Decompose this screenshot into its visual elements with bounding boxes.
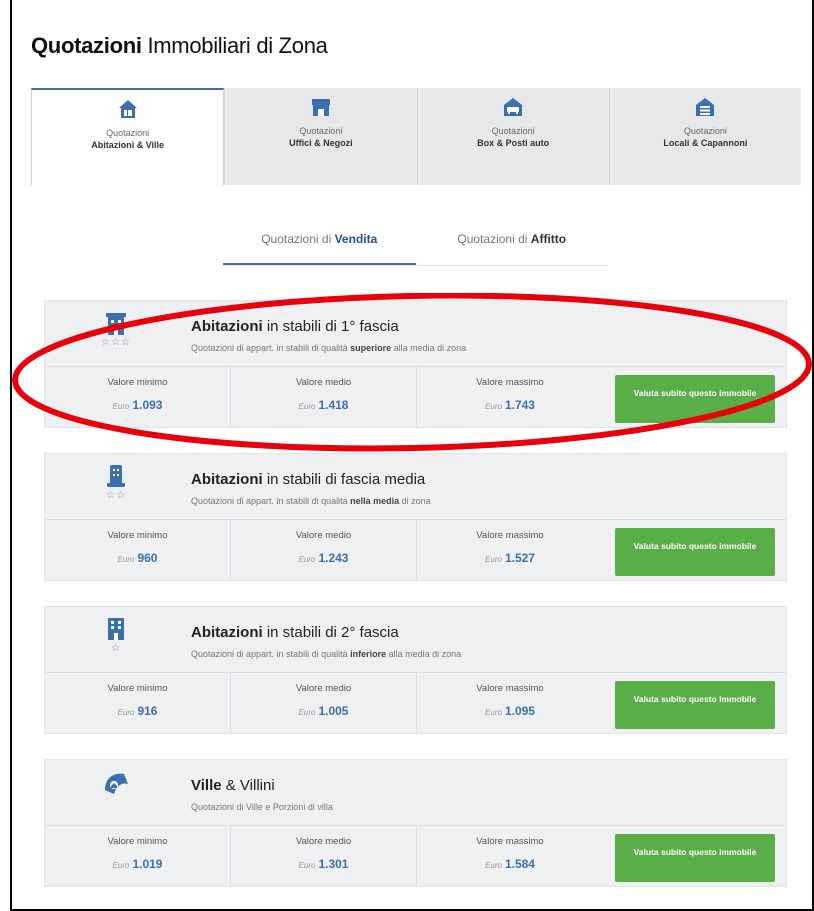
max-value: Valore massimo Euro 1.584 xyxy=(476,836,544,871)
quotation-card: Ville & Villini Quotazioni di Ville e Po… xyxy=(44,759,787,887)
card-subtitle: Quotazioni di appart. in stabili di qual… xyxy=(191,496,431,506)
min-value: Valore minimo Euro 960 xyxy=(45,520,231,580)
tab-box-posti-auto[interactable]: Quotazioni Box & Posti auto xyxy=(416,88,609,185)
subtab-affitto[interactable]: Quotazioni di Affitto xyxy=(416,222,609,265)
valuate-button[interactable]: Valuta subito questo immobile xyxy=(615,528,775,576)
garage-car-icon xyxy=(504,98,523,116)
warehouse-icon xyxy=(696,98,715,116)
office-building-icon xyxy=(108,618,124,640)
valuate-button[interactable]: Valuta subito questo immobile xyxy=(615,834,775,882)
min-value: Valore minimo Euro 916 xyxy=(45,673,231,733)
card-title: Ville & Villini xyxy=(191,777,275,794)
card-title: Abitazioni in stabili di 1° fascia xyxy=(191,318,399,335)
max-value: Valore massimo Euro 1.527 xyxy=(476,530,544,565)
min-value: Valore minimo Euro 1.093 xyxy=(45,367,231,427)
card-subtitle: Quotazioni di appart. in stabili di qual… xyxy=(191,343,467,353)
rating-stars: ☆ xyxy=(111,643,121,654)
max-value: Valore massimo Euro 1.743 xyxy=(476,377,544,412)
quotation-card: ☆ Abitazioni in stabili di 2° fascia Quo… xyxy=(44,606,787,734)
card-title: Abitazioni in stabili di fascia media xyxy=(191,471,426,488)
mid-value: Valore medio Euro 1.418 xyxy=(231,367,417,427)
tab-uffici-negozi[interactable]: Quotazioni Uffici & Negozi xyxy=(224,88,417,185)
house-icon xyxy=(118,100,137,118)
mid-value: Valore medio Euro 1.301 xyxy=(231,826,417,886)
card-subtitle: Quotazioni di Ville e Porzioni di villa xyxy=(191,802,333,812)
transaction-subtabs: Quotazioni di Vendita Quotazioni di Affi… xyxy=(223,222,608,266)
card-title: Abitazioni in stabili di 2° fascia xyxy=(191,624,399,641)
card-subtitle: Quotazioni di appart. in stabili di qual… xyxy=(191,649,462,659)
max-value: Valore massimo Euro 1.095 xyxy=(476,683,544,718)
shop-icon xyxy=(311,99,330,116)
rating-stars: ☆☆☆ xyxy=(101,337,131,348)
category-tabs: Quotazioni Abitazioni & Ville Quotazioni… xyxy=(31,88,801,185)
page-title: Quotazioni Immobiliari di Zona xyxy=(31,33,328,58)
tab-locali-capannoni[interactable]: Quotazioni Locali & Capannoni xyxy=(608,88,801,185)
luxury-building-icon xyxy=(106,313,126,335)
tab-abitazioni-ville[interactable]: Quotazioni Abitazioni & Ville xyxy=(31,88,225,185)
valuate-button[interactable]: Valuta subito questo immobile xyxy=(615,681,775,729)
mid-value: Valore medio Euro 1.243 xyxy=(231,520,417,580)
mid-value: Valore medio Euro 1.005 xyxy=(231,673,417,733)
subtab-vendita[interactable]: Quotazioni di Vendita xyxy=(223,222,416,265)
valuate-button[interactable]: Valuta subito questo immobile xyxy=(615,375,775,423)
quotation-card: ☆☆ Abitazioni in stabili di fascia media… xyxy=(44,453,787,581)
tower-building-icon xyxy=(107,465,125,487)
villa-icon xyxy=(105,773,128,794)
quotation-card: ☆☆☆ Abitazioni in stabili di 1° fascia Q… xyxy=(44,300,787,428)
rating-stars: ☆☆ xyxy=(106,490,126,501)
min-value: Valore minimo Euro 1.019 xyxy=(45,826,231,886)
